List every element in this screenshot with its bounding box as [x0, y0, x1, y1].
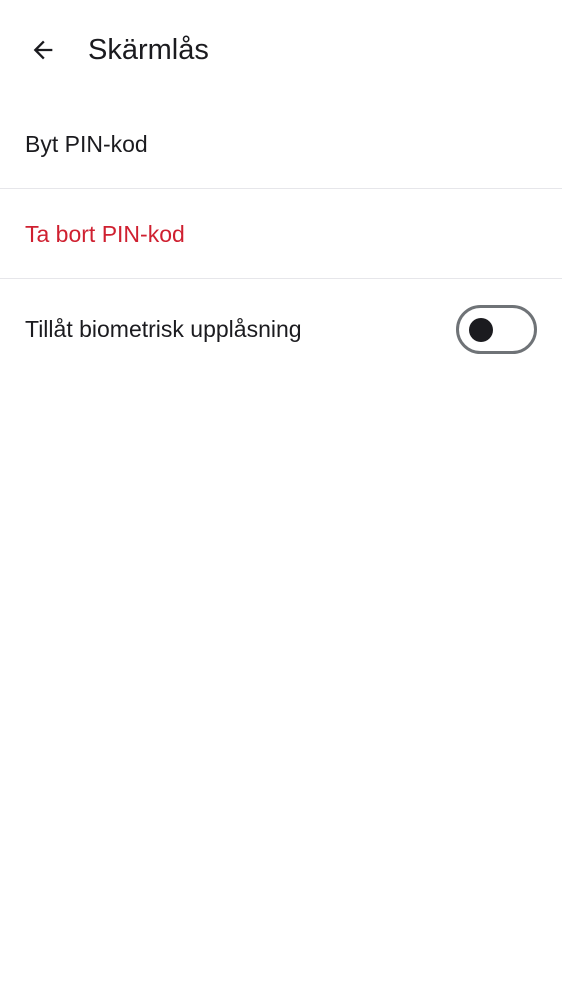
- remove-pin-item[interactable]: Ta bort PIN-kod: [0, 189, 562, 278]
- back-button[interactable]: [19, 26, 67, 74]
- top-app-bar: Skärmlås: [0, 0, 562, 100]
- settings-list: Byt PIN-kod Ta bort PIN-kod Tillåt biome…: [0, 100, 562, 379]
- biometric-unlock-switch[interactable]: [456, 305, 537, 354]
- page-title: Skärmlås: [88, 34, 209, 66]
- switch-thumb: [469, 318, 493, 342]
- biometric-unlock-item[interactable]: Tillåt biometrisk upplåsning: [0, 279, 562, 379]
- arrow-left-icon: [29, 36, 57, 64]
- biometric-unlock-label: Tillåt biometrisk upplåsning: [25, 316, 302, 342]
- remove-pin-label: Ta bort PIN-kod: [25, 220, 185, 247]
- change-pin-item[interactable]: Byt PIN-kod: [0, 100, 562, 188]
- change-pin-label: Byt PIN-kod: [25, 131, 148, 157]
